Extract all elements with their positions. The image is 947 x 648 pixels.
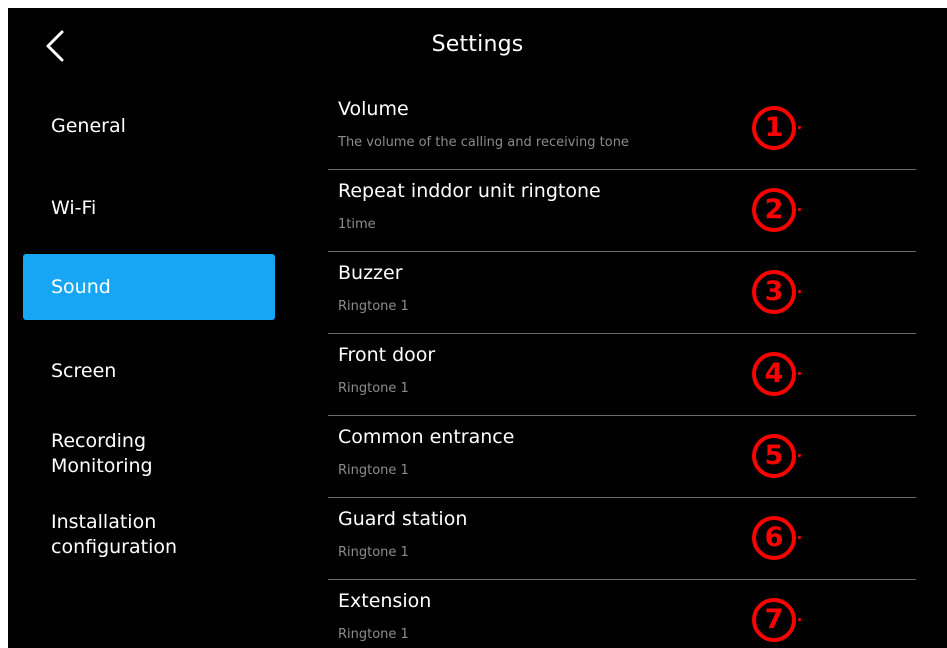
sidebar-item-wifi[interactable]: Wi-Fi — [23, 175, 275, 241]
annotation-dot — [798, 126, 801, 129]
sidebar-item-recording-monitoring[interactable]: Recording Monitoring — [23, 421, 275, 487]
setting-value: Ringtone 1 — [338, 299, 409, 314]
annotation-dot — [798, 536, 801, 539]
setting-label: Buzzer — [338, 262, 403, 284]
sidebar-item-label: Screen — [51, 359, 117, 382]
header: Settings — [8, 8, 947, 82]
annotation-marker: 5 — [752, 434, 796, 478]
setting-row-repeat-ringtone[interactable]: Repeat inddor unit ringtone 1time 2 — [328, 170, 916, 252]
annotation-dot — [798, 208, 801, 211]
annotation-marker: 4 — [752, 352, 796, 396]
annotation-marker: 2 — [752, 188, 796, 232]
sidebar-item-label: Wi-Fi — [51, 196, 97, 219]
annotation-marker: 6 — [752, 516, 796, 560]
annotation-marker: 7 — [752, 598, 796, 642]
setting-label: Repeat inddor unit ringtone — [338, 180, 601, 202]
sidebar-item-label: Installation configuration — [51, 511, 178, 558]
sidebar-item-sound[interactable]: Sound — [23, 254, 275, 320]
annotation-dot — [798, 618, 801, 621]
annotation-dot — [798, 290, 801, 293]
annotation-dot — [798, 372, 801, 375]
setting-label: Common entrance — [338, 426, 515, 448]
setting-value: Ringtone 1 — [338, 545, 409, 560]
sidebar-item-label: General — [51, 114, 126, 137]
setting-label: Extension — [338, 590, 432, 612]
setting-row-guard-station[interactable]: Guard station Ringtone 1 6 — [328, 498, 916, 580]
setting-row-extension[interactable]: Extension Ringtone 1 7 — [328, 580, 916, 648]
sidebar-item-installation-configuration[interactable]: Installation configuration — [23, 502, 275, 568]
setting-label: Volume — [338, 98, 409, 120]
setting-row-front-door[interactable]: Front door Ringtone 1 4 — [328, 334, 916, 416]
setting-row-buzzer[interactable]: Buzzer Ringtone 1 3 — [328, 252, 916, 334]
setting-row-volume[interactable]: Volume The volume of the calling and rec… — [328, 88, 916, 170]
settings-screen: Settings General Wi-Fi Sound Screen Reco… — [8, 8, 947, 648]
setting-value: The volume of the calling and receiving … — [338, 135, 629, 150]
annotation-dot — [798, 454, 801, 457]
setting-value: Ringtone 1 — [338, 627, 409, 642]
page-title: Settings — [431, 32, 524, 57]
annotation-marker: 3 — [752, 270, 796, 314]
sidebar-item-label: Recording Monitoring — [51, 430, 153, 477]
setting-label: Front door — [338, 344, 436, 366]
sidebar-item-general[interactable]: General — [23, 93, 275, 159]
sidebar-item-screen[interactable]: Screen — [23, 338, 275, 404]
setting-value: Ringtone 1 — [338, 381, 409, 396]
sidebar-item-label: Sound — [51, 275, 111, 298]
setting-value: Ringtone 1 — [338, 463, 409, 478]
setting-label: Guard station — [338, 508, 468, 530]
setting-row-common-entrance[interactable]: Common entrance Ringtone 1 5 — [328, 416, 916, 498]
annotation-marker: 1 — [752, 106, 796, 150]
setting-value: 1time — [338, 217, 376, 232]
